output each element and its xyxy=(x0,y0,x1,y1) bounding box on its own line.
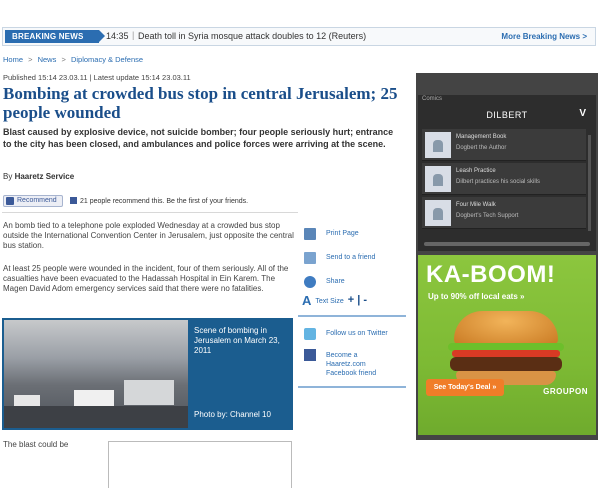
twitter-icon xyxy=(304,328,316,340)
widget-item-title: Leash Practice xyxy=(456,168,496,174)
breaking-news-separator: | xyxy=(132,30,135,40)
widget-item-desc: Dogbert's Tech Support xyxy=(456,213,519,219)
share-icon xyxy=(304,276,316,288)
article-title: Bombing at crowded bus stop in central J… xyxy=(3,84,398,122)
breadcrumb-diplomacy[interactable]: Diplomacy & Defense xyxy=(71,55,143,64)
photo-caption: Scene of bombing in Jerusalem on March 2… xyxy=(194,326,280,355)
burger-image xyxy=(446,311,566,389)
see-deal-button[interactable]: See Today's Deal » xyxy=(426,379,504,396)
byline-prefix: By xyxy=(3,172,15,181)
widget-tab[interactable]: Comics xyxy=(422,96,442,102)
divider xyxy=(2,212,298,213)
widget-item-title: Four Mile Walk xyxy=(456,202,496,208)
text-size-control[interactable]: A Text Size + | - xyxy=(302,293,367,308)
breadcrumb-news[interactable]: News xyxy=(38,55,57,64)
facebook-friend-label: Become a Haaretz.com Facebook friend xyxy=(326,352,377,377)
breaking-news-bar: BREAKING NEWS 14:35 | Death toll in Syri… xyxy=(2,27,596,46)
printer-icon xyxy=(304,228,316,240)
widget-collapse-icon[interactable]: V xyxy=(579,108,586,119)
article-continued-text: The blast could be xyxy=(3,440,69,449)
comic-thumbnail xyxy=(425,166,451,192)
send-to-friend-label: Send to a friend xyxy=(326,254,376,261)
text-size-icon: A xyxy=(302,293,312,308)
facebook-small-icon xyxy=(70,197,77,204)
comic-thumbnail xyxy=(425,132,451,158)
publish-date: Published 15:14 23.03.11 | Latest update… xyxy=(3,73,191,82)
recommend-label: Recommend xyxy=(17,197,57,204)
recommend-count: 21 people recommend this. Be the first o… xyxy=(70,197,248,205)
byline: By Haaretz Service xyxy=(3,172,74,181)
more-breaking-news-link[interactable]: More Breaking News > xyxy=(501,32,587,41)
ad-offer: Up to 90% off local eats » xyxy=(428,292,525,301)
article-subhead: Blast caused by explosive device, not su… xyxy=(3,127,394,149)
widget-scrollbar[interactable] xyxy=(588,135,591,231)
groupon-logo: GROUPON xyxy=(543,387,588,396)
bombing-scene-image xyxy=(4,320,188,428)
widget-title: DILBERT xyxy=(486,110,528,120)
ad-headline: KA-BOOM! xyxy=(426,261,556,288)
article-photo[interactable]: Scene of bombing in Jerusalem on March 2… xyxy=(2,318,293,430)
tools-divider xyxy=(298,386,406,388)
print-page-label: Print Page xyxy=(326,230,359,237)
widget-item-desc: Dilbert practices his social skills xyxy=(456,179,541,185)
breaking-news-tag: BREAKING NEWS xyxy=(5,30,105,43)
facebook-icon xyxy=(304,349,316,361)
text-size-buttons[interactable]: + | - xyxy=(348,294,367,306)
breaking-news-time: 14:35 xyxy=(106,31,129,41)
breadcrumb-separator: > xyxy=(28,55,33,64)
groupon-ad[interactable]: KA-BOOM! Up to 90% off local eats » See … xyxy=(418,255,596,435)
widget-horizontal-scrollbar[interactable] xyxy=(424,242,590,246)
text-size-label: Text Size xyxy=(315,298,344,305)
widget-item-desc: Dogbert the Author xyxy=(456,145,507,151)
photo-credit: Photo by: Channel 10 xyxy=(194,410,271,419)
dilbert-widget: Comics DILBERT V Management Book Dogbert… xyxy=(418,95,596,251)
breadcrumb: Home > News > Diplomacy & Defense xyxy=(3,55,146,64)
twitter-label: Follow us on Twitter xyxy=(326,330,388,337)
tools-divider xyxy=(298,315,406,317)
comic-thumbnail xyxy=(425,200,451,226)
widget-item[interactable]: Leash Practice Dilbert practices his soc… xyxy=(422,163,586,195)
widget-item-title: Management Book xyxy=(456,134,507,140)
recommend-button[interactable]: Recommend xyxy=(3,195,63,207)
share-label: Share xyxy=(326,278,345,285)
envelope-icon xyxy=(304,252,316,264)
breaking-news-headline[interactable]: Death toll in Syria mosque attack double… xyxy=(138,31,366,41)
facebook-icon xyxy=(6,197,14,205)
article-paragraph-2: At least 25 people were wounded in the i… xyxy=(3,264,289,293)
breadcrumb-separator: > xyxy=(61,55,66,64)
embedded-box xyxy=(108,441,292,488)
byline-author[interactable]: Haaretz Service xyxy=(15,172,75,181)
widget-item[interactable]: Management Book Dogbert the Author xyxy=(422,129,586,161)
breadcrumb-home[interactable]: Home xyxy=(3,55,23,64)
recommend-count-text: 21 people recommend this. Be the first o… xyxy=(80,198,249,205)
widget-item[interactable]: Four Mile Walk Dogbert's Tech Support xyxy=(422,197,586,229)
article-paragraph-1: An bomb tied to a telephone pole explode… xyxy=(3,221,294,250)
